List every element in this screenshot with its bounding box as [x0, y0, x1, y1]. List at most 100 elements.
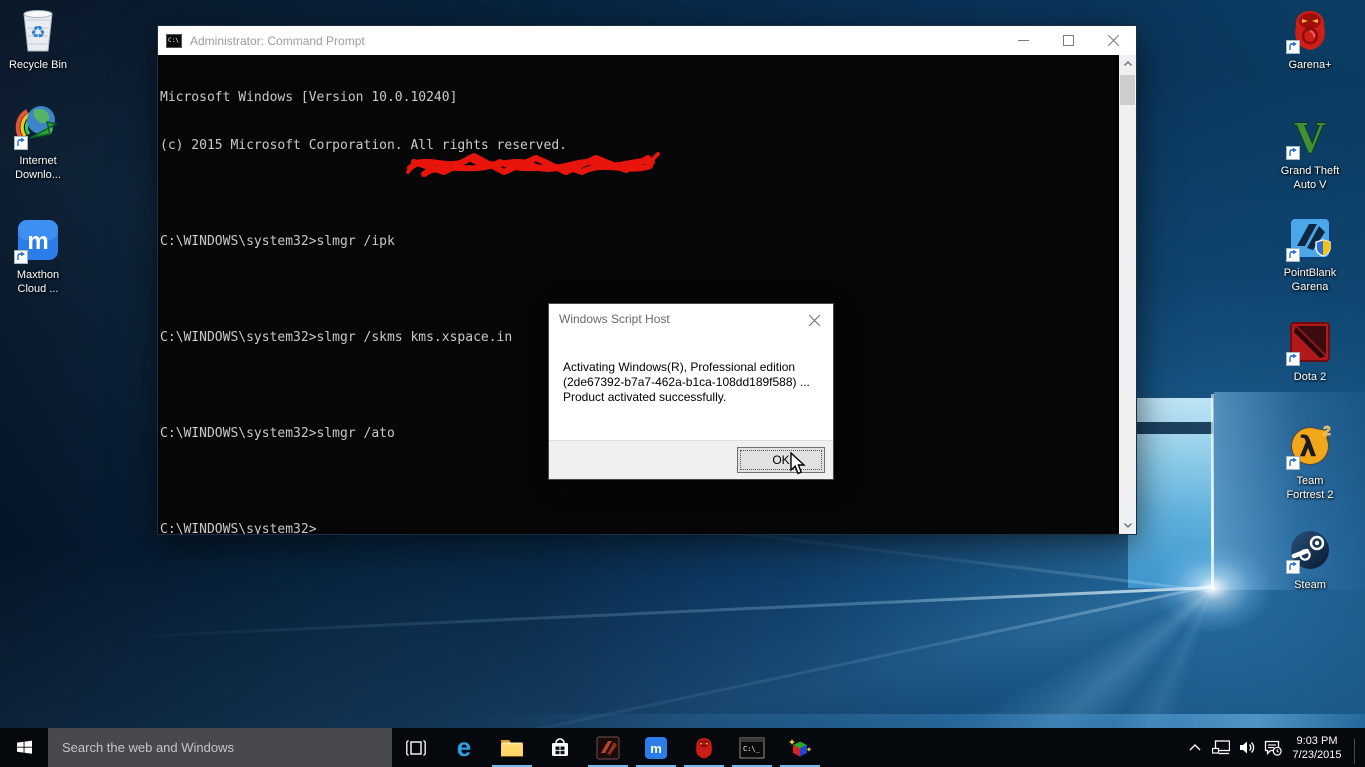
- window-title: Administrator: Command Prompt: [190, 33, 365, 48]
- command-prompt-taskbar-icon: C:\_: [739, 737, 765, 758]
- dialog-title: Windows Script Host: [559, 312, 670, 326]
- desktop-icon-steam[interactable]: Steam: [1272, 526, 1348, 592]
- cmd-app-icon: C:\: [166, 33, 182, 48]
- desktop-icon-tf2[interactable]: λ 2 Team Fortrest 2: [1272, 422, 1348, 502]
- task-view-button[interactable]: [392, 728, 440, 767]
- scroll-up-icon[interactable]: [1119, 55, 1136, 72]
- action-center-icon[interactable]: [1260, 728, 1286, 767]
- maxthon-taskbar-icon: m: [645, 736, 667, 759]
- file-explorer-icon: [501, 739, 523, 756]
- console-line: C:\WINDOWS\system32>: [160, 522, 317, 534]
- svg-text:λ: λ: [1299, 430, 1317, 463]
- clock-time: 9:03 PM: [1296, 735, 1338, 747]
- maximize-button[interactable]: [1046, 26, 1091, 55]
- icon-label: Maxthon Cloud ...: [16, 269, 60, 295]
- console-scrollbar[interactable]: [1119, 55, 1136, 534]
- taskbar-app-cmd[interactable]: C:\_: [728, 728, 776, 767]
- clock-date: 7/23/2015: [1292, 749, 1342, 761]
- edge-icon: e: [457, 735, 471, 761]
- icon-label: Internet Downlo...: [15, 155, 61, 181]
- icon-label: Grand Theft Auto V: [1280, 165, 1340, 191]
- icon-label: Recycle Bin: [8, 59, 68, 71]
- desktop-icon-idm[interactable]: Internet Downlo...: [0, 102, 76, 182]
- shortcut-arrow-icon: [1286, 456, 1300, 470]
- taskbar-empty-area: [824, 728, 1182, 767]
- svg-text:m: m: [27, 228, 48, 255]
- shortcut-arrow-icon: [1286, 248, 1300, 262]
- scrollbar-thumb[interactable]: [1120, 75, 1135, 105]
- windows-logo-icon: [16, 740, 32, 754]
- wallpaper-window-crossbar: [1128, 422, 1213, 434]
- svg-text:m: m: [650, 741, 662, 756]
- desktop-icon-pointblank[interactable]: PointBlank Garena: [1272, 214, 1348, 294]
- svg-text:♻: ♻: [30, 23, 45, 42]
- internet-download-manager-icon: [14, 102, 62, 150]
- taskbar-app-cube[interactable]: [776, 728, 824, 767]
- cmd-titlebar[interactable]: C:\ Administrator: Command Prompt: [158, 26, 1136, 55]
- desktop-icon-maxthon[interactable]: m Maxthon Cloud ...: [0, 216, 76, 296]
- dialog-message: Activating Windows(R), Professional edit…: [563, 360, 810, 404]
- icon-label: PointBlank Garena: [1283, 267, 1337, 293]
- garena-taskbar-icon: [696, 737, 712, 758]
- pointblank-icon: [1286, 214, 1334, 262]
- steam-icon: [1286, 526, 1334, 574]
- recycle-bin-icon: ♻: [14, 6, 62, 54]
- pointblank-taskbar-icon: [596, 736, 620, 759]
- start-button[interactable]: [0, 728, 48, 767]
- scroll-down-icon[interactable]: [1119, 517, 1136, 534]
- console-line: C:\WINDOWS\system32>slmgr /ipk: [160, 234, 395, 249]
- taskbar-app-store[interactable]: [536, 728, 584, 767]
- wallpaper-glow-point: [1133, 528, 1293, 648]
- taskbar-search[interactable]: [48, 728, 392, 767]
- taskbar-app-edge[interactable]: e: [440, 728, 488, 767]
- maxthon-icon: m: [14, 216, 62, 264]
- taskbar-app-pointblank[interactable]: [584, 728, 632, 767]
- desktop-icon-recycle-bin[interactable]: ♻ Recycle Bin: [0, 6, 76, 72]
- ok-button[interactable]: OK: [737, 447, 825, 473]
- taskbar-app-maxthon[interactable]: m: [632, 728, 680, 767]
- svg-text:2: 2: [1323, 423, 1330, 438]
- redaction-scribble: [404, 148, 660, 182]
- gta-v-icon: V: [1286, 112, 1334, 163]
- focus-rect: [740, 450, 822, 470]
- svg-text:C:\_: C:\_: [743, 745, 761, 753]
- team-fortress-2-icon: λ 2: [1286, 422, 1334, 470]
- garena-plus-icon: [1286, 6, 1334, 54]
- shortcut-arrow-icon: [1286, 352, 1300, 366]
- store-icon: [552, 737, 568, 756]
- icon-label: Steam: [1294, 579, 1326, 591]
- task-view-icon: [406, 739, 426, 756]
- system-tray: 9:03 PM 7/23/2015: [1182, 728, 1365, 767]
- hidden-icons-chevron[interactable]: [1182, 728, 1208, 767]
- minimize-button[interactable]: [1001, 26, 1046, 55]
- shortcut-arrow-icon: [1286, 146, 1300, 160]
- taskbar-divider: [1354, 738, 1355, 764]
- icon-label: Dota 2: [1293, 371, 1327, 383]
- network-icon[interactable]: [1208, 728, 1234, 767]
- shortcut-arrow-icon: [14, 136, 28, 150]
- taskbar-clock[interactable]: 9:03 PM 7/23/2015: [1286, 733, 1348, 762]
- taskbar-app-file-explorer[interactable]: [488, 728, 536, 767]
- cube-app-icon: [789, 738, 812, 756]
- search-input[interactable]: [48, 728, 392, 767]
- wallpaper-bottom-glow: [0, 714, 1365, 728]
- svg-text:e: e: [457, 735, 471, 761]
- dota-2-icon: [1286, 318, 1334, 366]
- desktop-icon-dota2[interactable]: Dota 2: [1272, 318, 1348, 384]
- shortcut-arrow-icon: [1286, 560, 1300, 574]
- taskbar: e: [0, 728, 1365, 767]
- taskbar-app-garena[interactable]: [680, 728, 728, 767]
- dialog-titlebar[interactable]: Windows Script Host: [549, 304, 833, 334]
- icon-label: Garena+: [1288, 59, 1332, 71]
- desktop-icon-gta-v[interactable]: V Grand Theft Auto V: [1272, 112, 1348, 192]
- shortcut-arrow-icon: [14, 250, 28, 264]
- desktop-screen: ♻ Recycle Bin Internet Downlo... m Maxth…: [0, 0, 1365, 767]
- desktop-icon-garena-plus[interactable]: Garena+: [1272, 6, 1348, 72]
- icon-label: Team Fortrest 2: [1286, 475, 1334, 501]
- close-button[interactable]: [1091, 26, 1136, 55]
- dialog-close-button[interactable]: [805, 311, 823, 329]
- volume-icon[interactable]: [1234, 728, 1260, 767]
- shortcut-arrow-icon: [1286, 40, 1300, 54]
